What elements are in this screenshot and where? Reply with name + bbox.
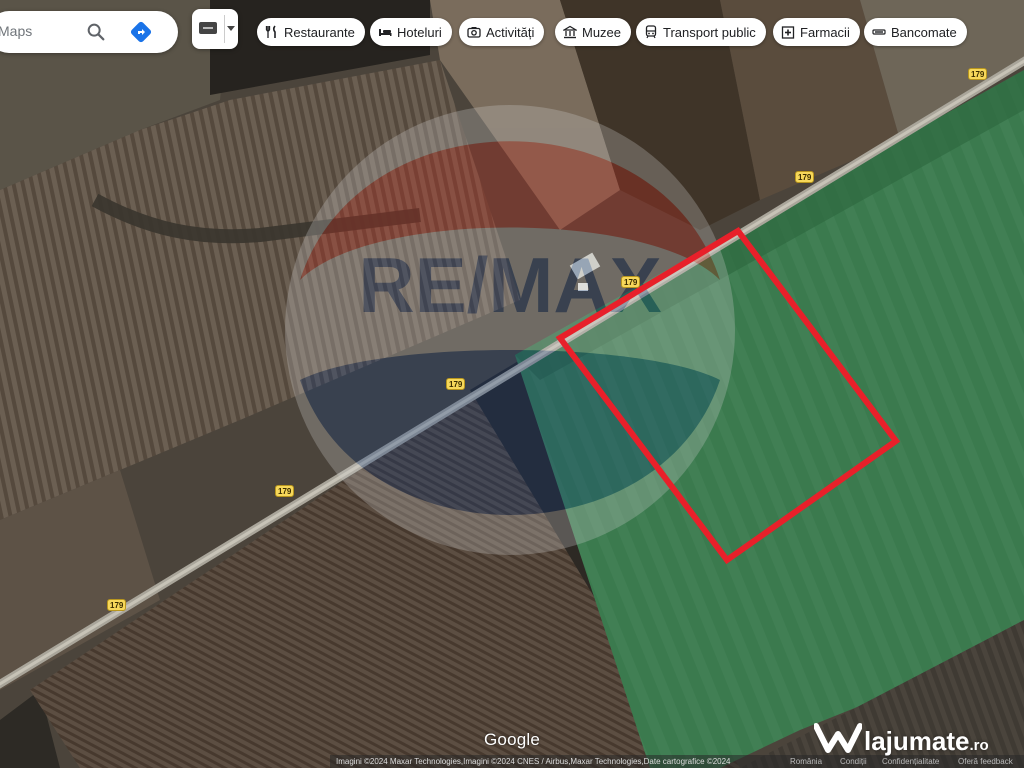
bed-icon xyxy=(379,29,392,36)
transit-icon xyxy=(645,25,657,39)
footer-link-country[interactable]: România xyxy=(790,757,822,766)
atm-icon xyxy=(872,29,886,35)
directions-icon[interactable] xyxy=(129,20,153,44)
map-type-button[interactable] xyxy=(192,9,238,49)
footer-link-terms[interactable]: Condiții xyxy=(840,757,867,766)
remax-logo-text: RE/MAX xyxy=(358,241,661,329)
chip-label: Restaurante xyxy=(284,24,355,40)
chip-label: Hoteluri xyxy=(397,24,442,40)
chip-muzee[interactable]: Muzee xyxy=(555,18,632,46)
chip-farmacii[interactable]: Farmacii xyxy=(773,18,860,46)
chip-label: Bancomate xyxy=(891,24,957,40)
road-number-badge: 179 xyxy=(446,378,466,390)
road-number-badge: 179 xyxy=(107,599,127,611)
fork-knife-icon xyxy=(265,25,276,38)
remax-watermark: RE/MAX xyxy=(285,105,735,555)
brand-name: lajumate xyxy=(864,726,970,756)
chip-activitati[interactable]: Activități xyxy=(459,18,545,46)
chip-label: Muzee xyxy=(582,24,622,40)
chip-label: Farmacii xyxy=(800,24,850,40)
divider xyxy=(224,15,225,43)
camera-icon xyxy=(467,27,481,38)
pharmacy-icon xyxy=(781,26,795,39)
attribution-text: Imagini ©2024 Maxar Technologies,Imagini… xyxy=(336,757,731,766)
satellite-map[interactable]: RE/MAX xyxy=(0,0,1024,768)
footer-link-feedback[interactable]: Oferă feedback xyxy=(958,757,1013,766)
lajumate-logo-icon xyxy=(814,723,862,753)
map-layer-icon xyxy=(199,22,217,34)
search-input[interactable]: Maps xyxy=(0,23,32,39)
brand-tld: .ro xyxy=(969,737,989,754)
museum-icon xyxy=(563,25,577,39)
chip-restaurante[interactable]: Restaurante xyxy=(257,18,365,46)
chip-label: Activități xyxy=(486,24,535,40)
chip-transport-public[interactable]: Transport public xyxy=(636,18,766,46)
road-number-badge: 179 xyxy=(968,68,988,80)
search-box[interactable]: Maps xyxy=(0,11,178,53)
road-number-badge: 179 xyxy=(795,171,815,183)
road-number-badge: 179 xyxy=(275,485,295,497)
search-icon[interactable] xyxy=(85,21,107,43)
chip-bancomate[interactable]: Bancomate xyxy=(864,18,967,46)
road-number-badge: 179 xyxy=(621,276,641,288)
chevron-down-icon[interactable] xyxy=(227,26,235,31)
footer-link-privacy[interactable]: Confidențialitate xyxy=(882,757,939,766)
google-logo: Google xyxy=(484,730,541,749)
chip-label: Transport public xyxy=(663,24,756,40)
chip-hoteluri[interactable]: Hoteluri xyxy=(370,18,452,46)
lajumate-watermark: lajumate.ro xyxy=(864,726,989,757)
